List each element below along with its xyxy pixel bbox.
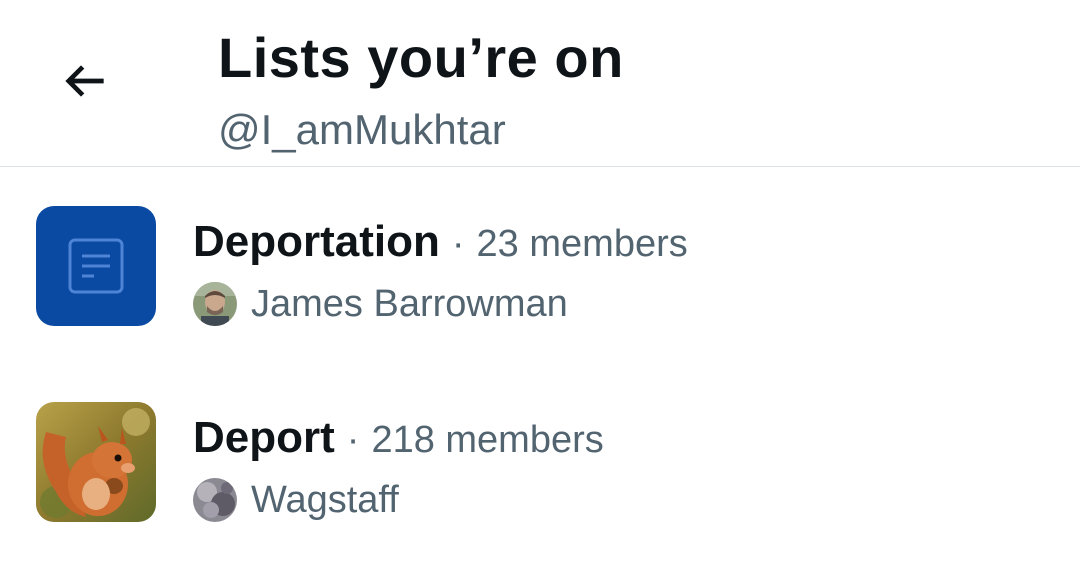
owner-name: James Barrowman	[251, 282, 568, 325]
member-count: 218 members	[371, 419, 604, 461]
separator-dot: ·	[346, 419, 360, 461]
separator-dot: ·	[451, 223, 465, 265]
list-item-deportation[interactable]: Deportation · 23 members James Barrowman	[0, 178, 1080, 368]
list-owner: Wagstaff	[193, 476, 399, 524]
owner-avatar	[193, 478, 237, 522]
list-title-line: Deport · 218 members	[193, 410, 604, 476]
list-name: Deportation	[193, 217, 440, 266]
page-header: Lists you’re on @I_amMukhtar	[0, 0, 1080, 167]
list-owner: James Barrowman	[193, 280, 568, 328]
list-name: Deport	[193, 413, 335, 462]
back-button[interactable]	[40, 36, 130, 126]
owner-name: Wagstaff	[251, 478, 399, 521]
list-item-deport[interactable]: Deport · 218 members Wagstaff	[0, 374, 1080, 564]
list-thumbnail	[36, 402, 156, 522]
user-handle: @I_amMukhtar	[218, 106, 506, 153]
list-thumbnail	[36, 206, 156, 326]
list-title-line: Deportation · 23 members	[193, 214, 688, 280]
member-count: 23 members	[476, 223, 688, 265]
squirrel-photo	[36, 402, 156, 522]
list-document-icon	[68, 238, 124, 294]
arrow-left-icon	[65, 65, 104, 97]
owner-avatar	[193, 282, 237, 326]
page-title: Lists you’re on	[218, 26, 624, 89]
